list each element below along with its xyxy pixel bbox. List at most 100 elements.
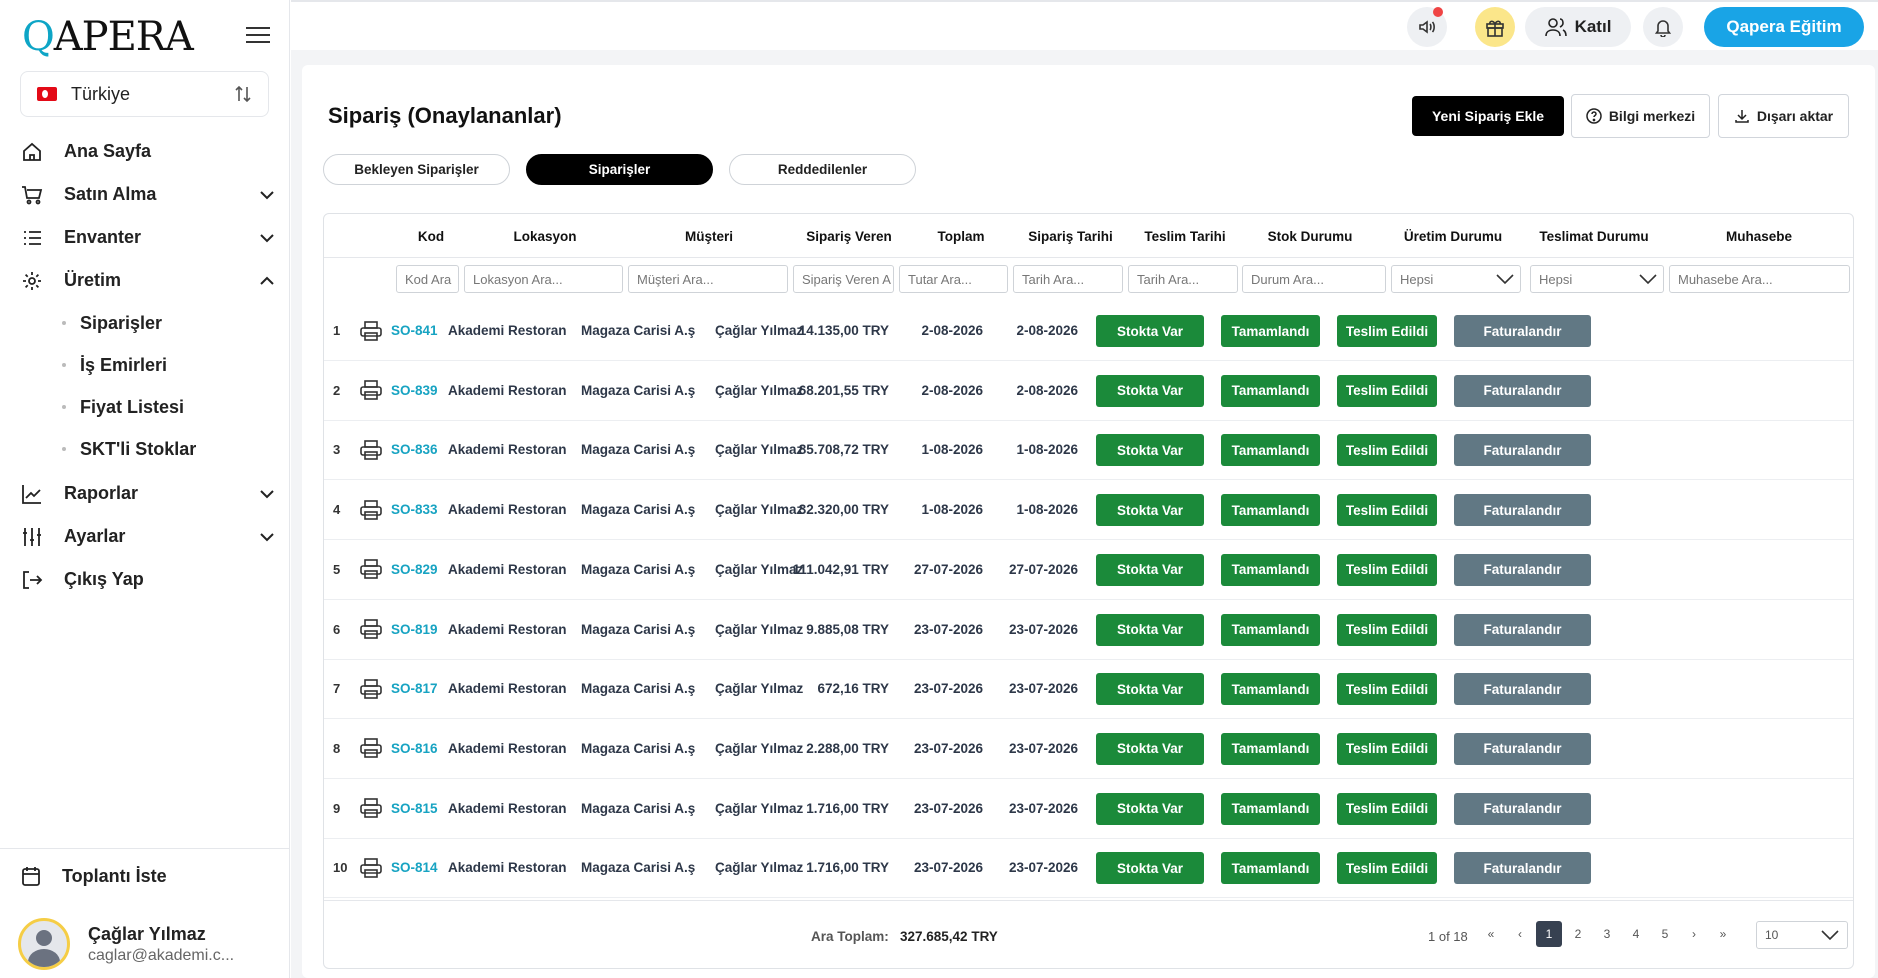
column-header-muhasebe[interactable]: Muhasebe [1669, 214, 1849, 258]
tab-orders[interactable]: Siparişler [526, 154, 713, 185]
order-code-link[interactable]: SO-817 [391, 659, 438, 718]
invoice-button[interactable]: Faturalandır [1454, 792, 1591, 825]
sidebar-item-uretim[interactable]: Üretim [20, 259, 275, 302]
column-header-musteri[interactable]: Müşteri [624, 214, 794, 258]
gift-button[interactable] [1475, 7, 1515, 47]
delivery-status-badge[interactable]: Teslim Edildi [1337, 852, 1437, 885]
order-code-link[interactable]: SO-816 [391, 719, 438, 778]
prev-page-button[interactable]: ‹ [1507, 921, 1533, 947]
stock-status-badge[interactable]: Stokta Var [1096, 852, 1204, 885]
page-size-select[interactable]: 10 [1756, 921, 1848, 949]
stock-status-badge[interactable]: Stokta Var [1096, 732, 1204, 765]
column-header-kod[interactable]: Kod [396, 214, 466, 258]
page-button-5[interactable]: 5 [1652, 921, 1678, 947]
stock-status-badge[interactable]: Stokta Var [1096, 315, 1204, 347]
column-header-toplam[interactable]: Toplam [896, 214, 1026, 258]
delivery-status-badge[interactable]: Teslim Edildi [1337, 434, 1437, 467]
order-date-search-input[interactable]: Tarih Ara... [1013, 265, 1123, 293]
production-status-badge[interactable]: Tamamlandı [1221, 852, 1320, 885]
page-button-4[interactable]: 4 [1623, 921, 1649, 947]
column-header-uretim-durumu[interactable]: Üretim Durumu [1383, 214, 1523, 258]
column-header-stok-durumu[interactable]: Stok Durumu [1239, 214, 1381, 258]
order-code-link[interactable]: SO-829 [391, 540, 438, 599]
amount-search-input[interactable]: Tutar Ara... [899, 265, 1008, 293]
invoice-button[interactable]: Faturalandır [1454, 494, 1591, 527]
delivery-status-badge[interactable]: Teslim Edildi [1337, 792, 1437, 825]
print-icon[interactable] [360, 540, 382, 599]
delivery-status-badge[interactable]: Teslim Edildi [1337, 732, 1437, 765]
production-status-badge[interactable]: Tamamlandı [1221, 553, 1320, 586]
first-page-button[interactable]: « [1478, 921, 1504, 947]
delivery-status-badge[interactable]: Teslim Edildi [1337, 673, 1437, 706]
order-code-link[interactable]: SO-841 [391, 301, 438, 360]
invoice-button[interactable]: Faturalandır [1454, 434, 1591, 467]
logo[interactable]: QAPERA [22, 14, 194, 60]
delivery-status-select[interactable]: Hepsi [1530, 265, 1664, 293]
order-code-link[interactable]: SO-833 [391, 480, 438, 539]
location-search-input[interactable]: Lokasyon Ara... [464, 265, 623, 293]
order-code-link[interactable]: SO-839 [391, 361, 438, 420]
invoice-button[interactable]: Faturalandır [1454, 553, 1591, 586]
menu-toggle-icon[interactable] [246, 27, 270, 45]
print-icon[interactable] [360, 719, 382, 778]
production-status-badge[interactable]: Tamamlandı [1221, 315, 1320, 347]
sidebar-item-ana-sayfa[interactable]: Ana Sayfa [20, 130, 275, 173]
order-code-link[interactable]: SO-819 [391, 600, 438, 659]
print-icon[interactable] [360, 838, 382, 897]
column-header-teslimat-durumu[interactable]: Teslimat Durumu [1521, 214, 1667, 258]
country-selector[interactable]: Türkiye [20, 71, 269, 117]
print-icon[interactable] [360, 301, 382, 360]
accounting-search-input[interactable]: Muhasebe Ara... [1669, 265, 1850, 293]
sidebar-item-cikis-yap[interactable]: Çıkış Yap [20, 558, 275, 601]
production-status-badge[interactable]: Tamamlandı [1221, 494, 1320, 527]
delivery-status-badge[interactable]: Teslim Edildi [1337, 553, 1437, 586]
print-icon[interactable] [360, 420, 382, 479]
sidebar-item-raporlar[interactable]: Raporlar [20, 472, 275, 515]
column-header-teslim-tarihi[interactable]: Teslim Tarihi [1129, 214, 1241, 258]
announcements-button[interactable] [1407, 7, 1447, 47]
column-header-siparis-veren[interactable]: Sipariş Veren [789, 214, 909, 258]
production-status-badge[interactable]: Tamamlandı [1221, 732, 1320, 765]
print-icon[interactable] [360, 659, 382, 718]
stock-status-badge[interactable]: Stokta Var [1096, 374, 1204, 407]
print-icon[interactable] [360, 600, 382, 659]
invoice-button[interactable]: Faturalandır [1454, 732, 1591, 765]
sidebar-item-fiyat-listesi[interactable]: Fiyat Listesi [62, 386, 275, 428]
sidebar-item-is-emirleri[interactable]: İş Emirleri [62, 344, 275, 386]
stock-status-badge[interactable]: Stokta Var [1096, 494, 1204, 527]
tab-rejected[interactable]: Reddedilenler [729, 154, 916, 185]
delivery-date-search-input[interactable]: Tarih Ara... [1128, 265, 1238, 293]
help-center-button[interactable]: Bilgi merkezi [1571, 94, 1710, 138]
production-status-badge[interactable]: Tamamlandı [1221, 613, 1320, 646]
production-status-badge[interactable]: Tamamlandı [1221, 792, 1320, 825]
print-icon[interactable] [360, 779, 382, 838]
column-header-lokasyon[interactable]: Lokasyon [466, 214, 624, 258]
stock-status-badge[interactable]: Stokta Var [1096, 673, 1204, 706]
code-search-input[interactable]: Kod Ara [396, 265, 459, 293]
print-icon[interactable] [360, 480, 382, 539]
qapera-training-button[interactable]: Qapera Eğitim [1704, 7, 1864, 47]
page-button-3[interactable]: 3 [1594, 921, 1620, 947]
order-code-link[interactable]: SO-815 [391, 779, 438, 838]
notifications-button[interactable] [1643, 7, 1683, 47]
order-code-link[interactable]: SO-814 [391, 838, 438, 897]
page-button-2[interactable]: 2 [1565, 921, 1591, 947]
sidebar-item-envanter[interactable]: Envanter [20, 216, 275, 259]
page-button-1[interactable]: 1 [1536, 921, 1562, 947]
order-code-link[interactable]: SO-836 [391, 420, 438, 479]
user-profile[interactable]: Çağlar Yılmaz caglar@akademi.c... [18, 918, 234, 970]
meeting-request-button[interactable]: Toplantı İste [20, 865, 167, 887]
stock-status-badge[interactable]: Stokta Var [1096, 613, 1204, 646]
column-header-siparis-tarihi[interactable]: Sipariş Tarihi [1014, 214, 1127, 258]
production-status-badge[interactable]: Tamamlandı [1221, 374, 1320, 407]
tab-pending-orders[interactable]: Bekleyen Siparişler [323, 154, 510, 185]
sidebar-item-satin-alma[interactable]: Satın Alma [20, 173, 275, 216]
sidebar-item-siparisler[interactable]: Siparişler [62, 302, 275, 344]
delivery-status-badge[interactable]: Teslim Edildi [1337, 613, 1437, 646]
print-icon[interactable] [360, 361, 382, 420]
production-status-badge[interactable]: Tamamlandı [1221, 434, 1320, 467]
invoice-button[interactable]: Faturalandır [1454, 852, 1591, 885]
next-page-button[interactable]: › [1681, 921, 1707, 947]
invoice-button[interactable]: Faturalandır [1454, 673, 1591, 706]
export-button[interactable]: Dışarı aktar [1718, 94, 1849, 138]
